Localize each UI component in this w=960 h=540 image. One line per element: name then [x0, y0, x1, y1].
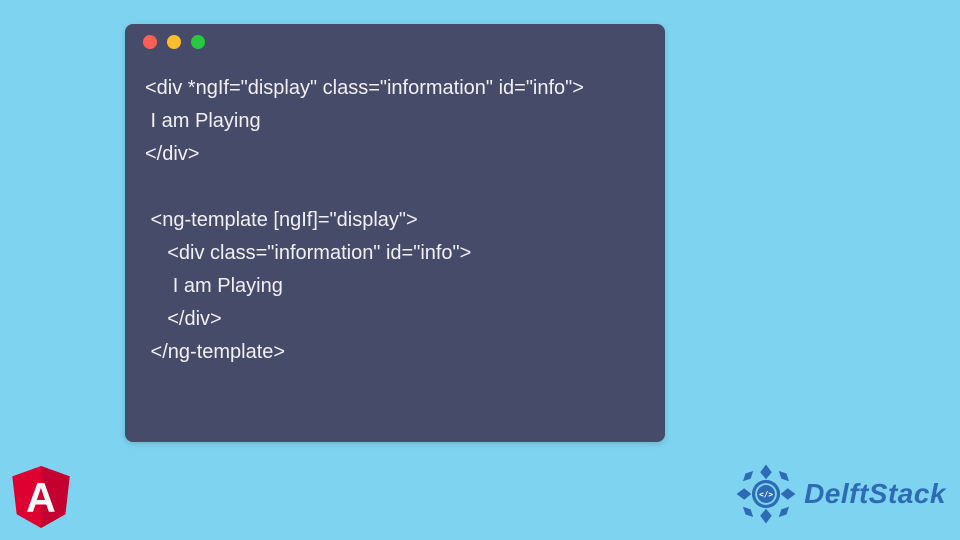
- close-icon[interactable]: [143, 35, 157, 49]
- delftstack-badge-icon: </>: [734, 462, 798, 526]
- delftstack-code-glyph: </>: [759, 490, 773, 499]
- window-titlebar: [125, 24, 665, 60]
- minimize-icon[interactable]: [167, 35, 181, 49]
- delftstack-text: DelftStack: [804, 478, 946, 510]
- maximize-icon[interactable]: [191, 35, 205, 49]
- code-window: <div *ngIf="display" class="information"…: [125, 24, 665, 442]
- code-content: <div *ngIf="display" class="information"…: [125, 60, 665, 389]
- delftstack-logo: </> DelftStack: [734, 462, 946, 526]
- angular-letter: A: [26, 475, 56, 521]
- angular-logo-icon: A: [12, 466, 70, 528]
